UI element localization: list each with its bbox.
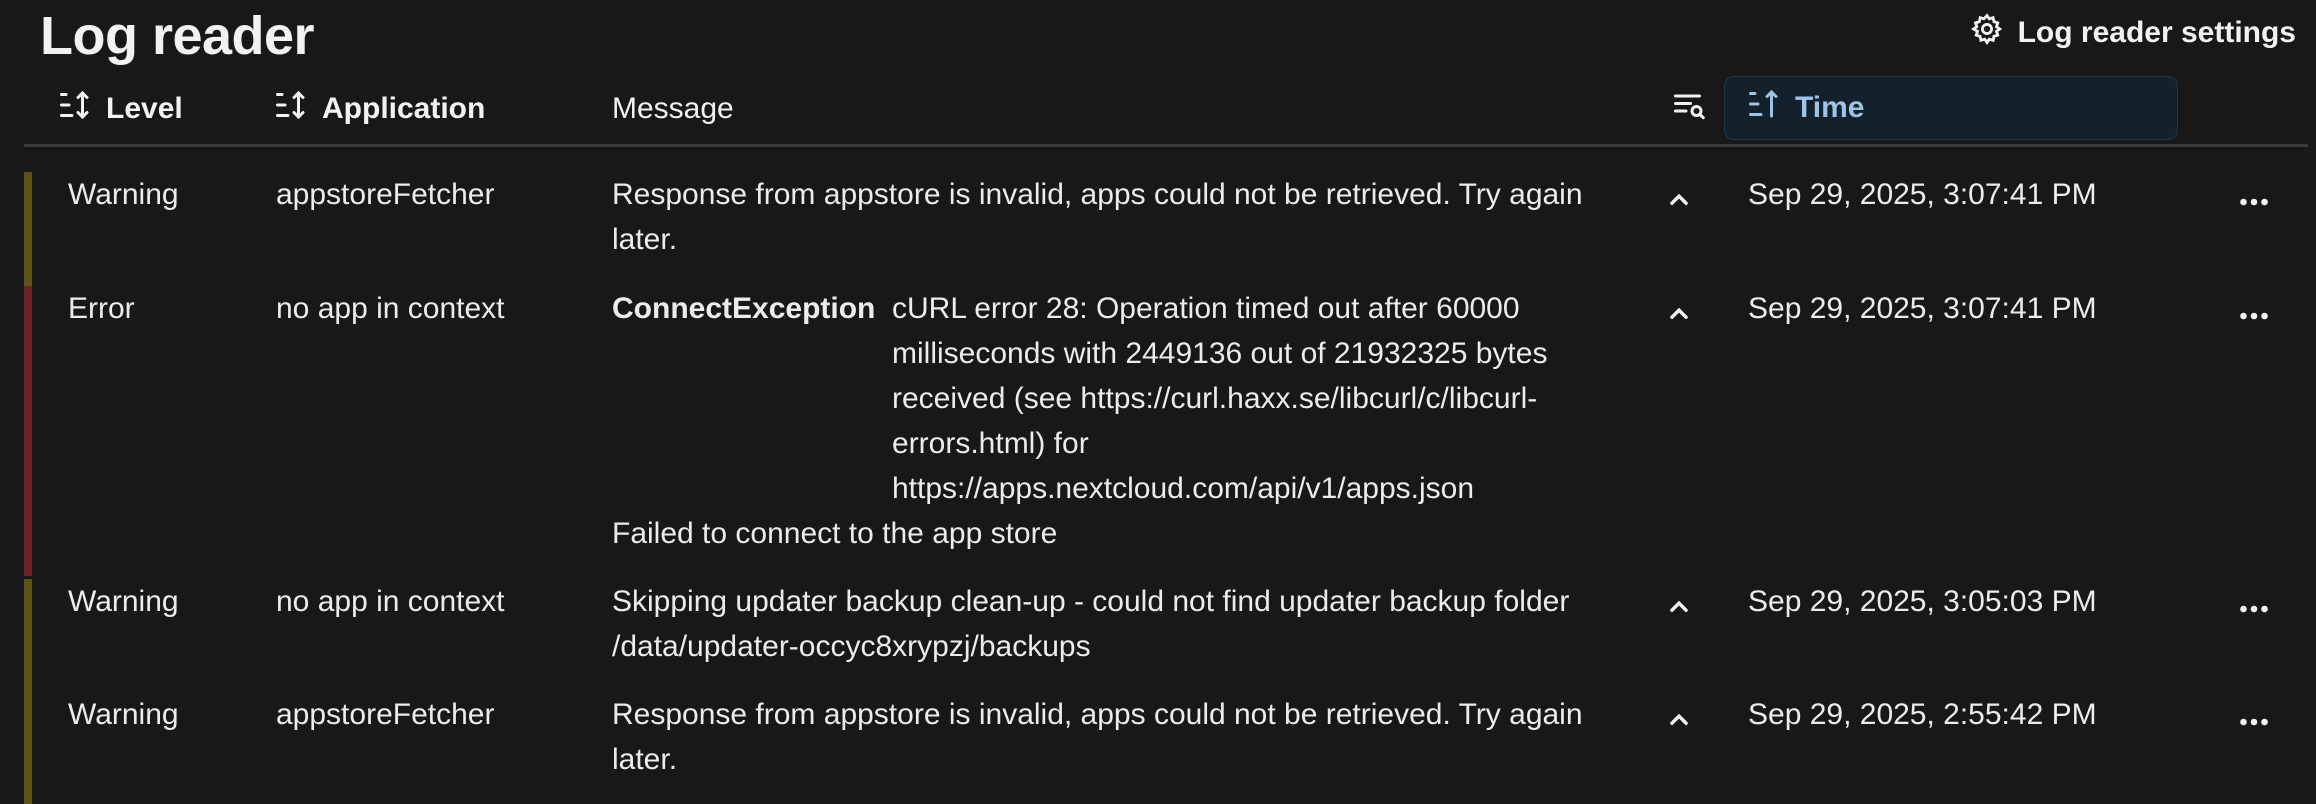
log-reader-app: Log reader Log reader settings Level App… — [0, 0, 2316, 804]
sort-ascending-icon — [1745, 86, 1783, 130]
column-level-label: Level — [106, 92, 183, 125]
row-level: Warning — [68, 585, 179, 618]
row-application: appstoreFetcher — [276, 698, 495, 731]
chevron-up-icon — [1670, 600, 1688, 612]
sort-icon — [56, 87, 94, 131]
expand-row-button[interactable] — [1662, 702, 1702, 742]
row-time: Sep 29, 2025, 3:07:41 PM — [1748, 178, 2097, 211]
warning-level-bar — [24, 692, 32, 804]
more-icon — [2240, 718, 2268, 726]
sort-level-button[interactable]: Level — [56, 74, 183, 144]
row-actions-button[interactable] — [2236, 591, 2280, 627]
expand-row-button[interactable] — [1662, 589, 1702, 629]
row-message: Skipping updater backup clean-up - could… — [612, 585, 1570, 663]
column-time-label: Time — [1795, 91, 1865, 124]
row-time: Sep 29, 2025, 3:05:03 PM — [1748, 585, 2097, 618]
exception-text: cURL error 28: Operation timed out after… — [892, 292, 1548, 505]
row-time: Sep 29, 2025, 2:55:42 PM — [1748, 698, 2097, 731]
row-level: Error — [68, 292, 135, 325]
table-header: Level Application Message Time — [24, 74, 2308, 147]
error-level-bar — [24, 286, 32, 576]
chevron-up-icon — [1670, 713, 1688, 725]
sort-icon — [272, 87, 310, 131]
sort-time-button[interactable]: Time — [1724, 76, 2178, 140]
exception-name: ConnectException — [612, 292, 876, 325]
row-application: no app in context — [276, 585, 505, 618]
chevron-up-icon — [1670, 307, 1688, 319]
column-application-label: Application — [322, 92, 486, 125]
settings-label: Log reader settings — [2017, 16, 2296, 49]
filter-message-button[interactable] — [1670, 74, 1708, 144]
log-row[interactable]: Warning no app in context Skipping updat… — [24, 579, 2308, 693]
sort-application-button[interactable]: Application — [272, 74, 485, 144]
row-message-block: ConnectException cURL error 28: Operatio… — [612, 286, 1652, 556]
row-message: Failed to connect to the app store — [612, 517, 1058, 550]
log-row[interactable]: Warning appstoreFetcher Response from ap… — [24, 692, 2308, 804]
more-icon — [2240, 198, 2268, 206]
expand-row-button[interactable] — [1662, 296, 1702, 336]
log-row[interactable]: Error no app in context ConnectException… — [24, 286, 2308, 576]
row-actions-button[interactable] — [2236, 184, 2280, 220]
more-icon — [2240, 605, 2268, 613]
row-application: appstoreFetcher — [276, 178, 495, 211]
expand-row-button[interactable] — [1662, 182, 1702, 222]
row-time: Sep 29, 2025, 3:07:41 PM — [1748, 292, 2097, 325]
row-message: Response from appstore is invalid, apps … — [612, 698, 1583, 776]
row-level: Warning — [68, 178, 179, 211]
warning-level-bar — [24, 172, 32, 286]
row-message: Response from appstore is invalid, apps … — [612, 178, 1583, 256]
page-title: Log reader — [40, 6, 315, 66]
filter-search-icon — [1670, 87, 1708, 131]
log-reader-settings-button[interactable]: Log reader settings — [1970, 12, 2296, 54]
log-row[interactable]: Warning appstoreFetcher Response from ap… — [24, 172, 2308, 286]
column-message-label: Message — [612, 92, 734, 125]
row-level: Warning — [68, 698, 179, 731]
chevron-up-icon — [1670, 193, 1688, 205]
row-actions-button[interactable] — [2236, 704, 2280, 740]
row-actions-button[interactable] — [2236, 298, 2280, 334]
gear-icon — [1970, 12, 2004, 54]
more-icon — [2240, 312, 2268, 320]
warning-level-bar — [24, 579, 32, 693]
row-application: no app in context — [276, 292, 505, 325]
